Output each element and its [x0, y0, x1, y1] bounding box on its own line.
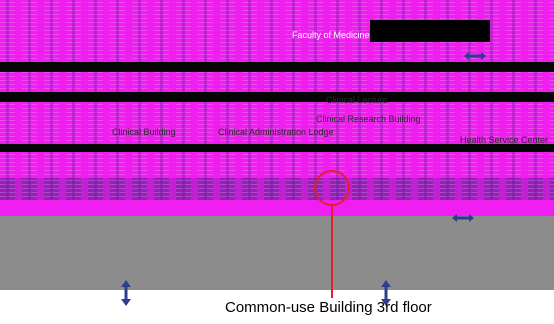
- map-band-noise: [0, 72, 554, 92]
- location-caption: Common-use Building 3rd floor: [225, 299, 432, 316]
- horizontal-arrow-icon: [452, 214, 474, 222]
- location-pin-line: [331, 206, 333, 298]
- location-pin-icon: [314, 170, 350, 206]
- map-label-faculty-of-medicine: Faculty of Medicine: [292, 30, 370, 40]
- map-label-clinical-building: Clinical Building: [112, 127, 176, 137]
- map-label-clinical-research-building: Clinical Research Building: [316, 114, 421, 124]
- map-band-noise: [0, 178, 554, 200]
- map-label-health-service-center: Health Service Center: [460, 135, 549, 145]
- map-block: [0, 150, 554, 152]
- vertical-arrow-icon: [121, 280, 131, 306]
- horizontal-arrow-icon: [464, 52, 486, 60]
- map-band-noise: [0, 0, 554, 14]
- map-band-noise: [0, 152, 554, 178]
- map-label-clinical-lecture: Clinical Lecture: [326, 95, 388, 105]
- campus-map: Faculty of Medicine Clinical Building Cl…: [0, 0, 554, 324]
- map-label-clinical-administration: Clinical Administration Lodge: [218, 127, 334, 137]
- map-band: [0, 92, 554, 102]
- map-block: [370, 20, 490, 42]
- map-band: [0, 62, 554, 72]
